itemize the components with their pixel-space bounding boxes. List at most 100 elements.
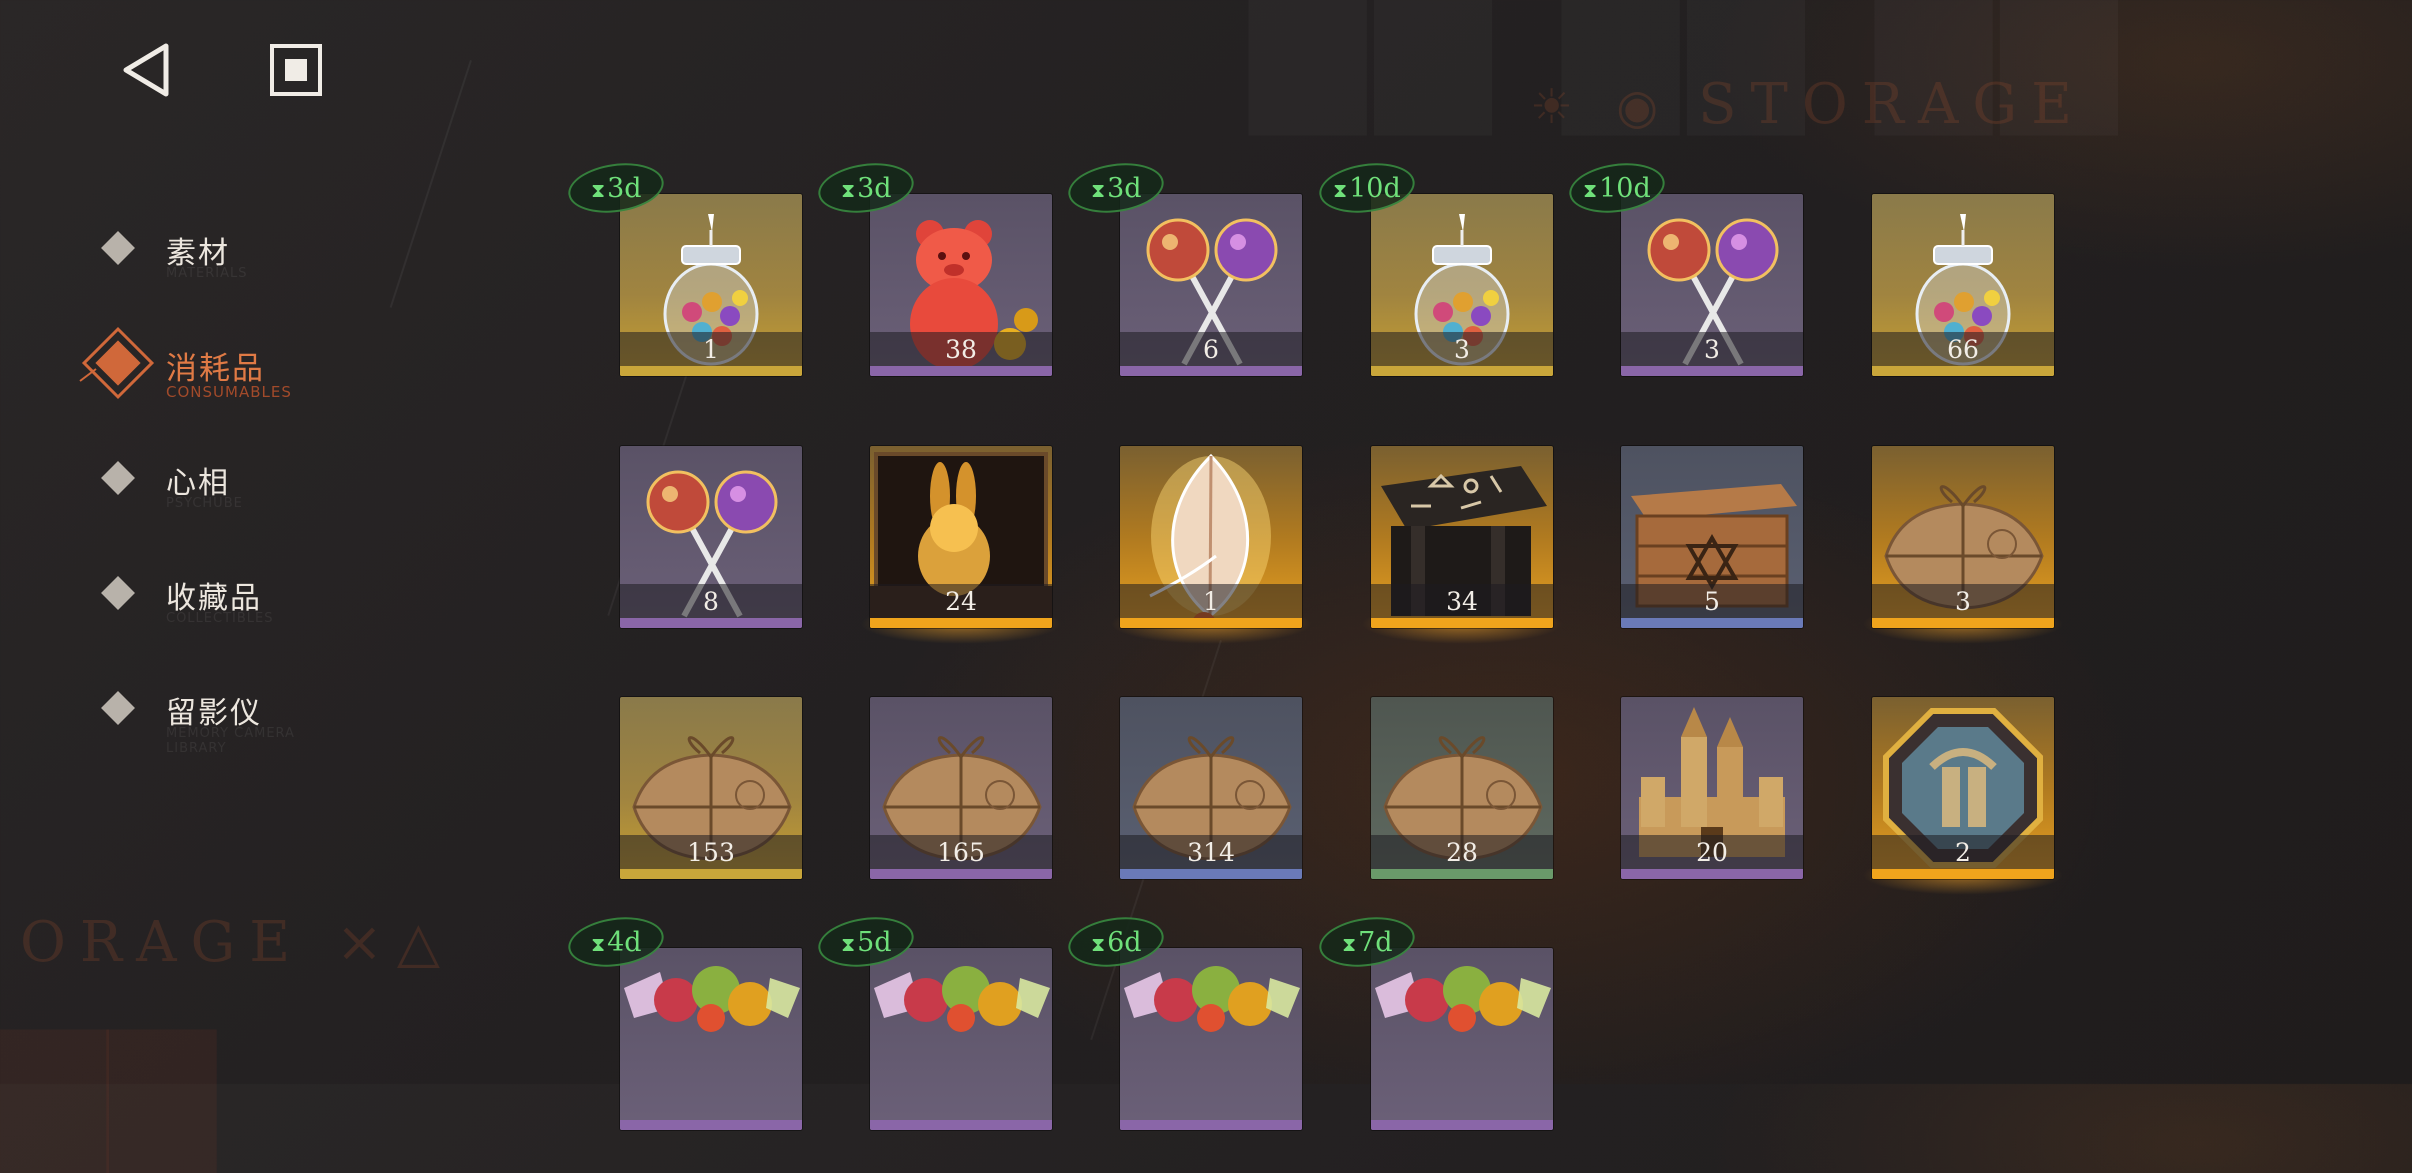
rarity-stripe — [620, 618, 802, 628]
item-card: 5 — [1621, 446, 1803, 628]
rarity-stripe — [620, 366, 802, 376]
watermark-storage-text: STORAGE — [1698, 72, 2087, 137]
item-count: 1 — [1203, 587, 1219, 616]
item-count: 3 — [1454, 335, 1470, 364]
bg-line — [389, 60, 472, 308]
inventory-slot-parcel[interactable]: 28 — [1371, 697, 1553, 879]
item-count: 2 — [1955, 838, 1971, 867]
nav-item-materials[interactable]: 素材 MATERIALS — [100, 222, 360, 282]
rarity-stripe — [1621, 618, 1803, 628]
inventory-slot-lollipops[interactable]: 6 ⧗3d — [1065, 157, 1302, 376]
nav-item-label: 消耗品 — [166, 351, 265, 387]
nav-item-sublabel: CONSUMABLES — [166, 383, 292, 401]
inventory-slot-octagon-medal[interactable]: 2 — [1862, 697, 2064, 895]
inventory-slot-wrapped-candies[interactable]: ⧗7d — [1316, 911, 1553, 1130]
item-card: 38 — [870, 194, 1052, 376]
inventory-slot-parcel[interactable]: 314 — [1120, 697, 1302, 879]
rarity-stripe — [1120, 1120, 1302, 1130]
inventory-slot-candy-jar[interactable]: 1 ⧗3d — [565, 157, 802, 376]
expiry-timer-text: 7d — [1357, 926, 1393, 958]
rarity-stripe — [1371, 618, 1553, 628]
rarity-stripe — [870, 869, 1052, 879]
item-card: 66 — [1872, 194, 2054, 376]
rarity-stripe — [1621, 366, 1803, 376]
rarity-stripe — [1872, 869, 2054, 879]
inventory-slot-wrapped-candies[interactable]: ⧗6d — [1065, 911, 1302, 1130]
back-button[interactable] — [118, 40, 178, 100]
item-card: 34 — [1371, 446, 1553, 628]
item-count: 3 — [1704, 335, 1720, 364]
inventory-slot-lollipops[interactable]: 3 ⧗10d — [1566, 157, 1803, 376]
rarity-stripe — [870, 618, 1052, 628]
wrapped-candies-icon — [624, 966, 800, 1032]
nav-item-consumables[interactable]: 消耗品 CONSUMABLES — [79, 326, 360, 401]
item-card: 20 — [1621, 697, 1803, 879]
hourglass-icon: ⧗ — [1583, 177, 1598, 202]
item-card — [620, 948, 802, 1130]
item-card: 3 — [1621, 194, 1803, 376]
home-square-icon — [270, 44, 322, 96]
item-count: 24 — [945, 587, 977, 616]
watermark-storage: ☀ ◉ STORAGE — [1530, 72, 2086, 137]
back-triangle-icon — [123, 43, 169, 97]
inventory-slot-parcel[interactable]: 165 — [870, 697, 1052, 879]
diamond-icon — [101, 691, 135, 725]
rarity-stripe — [1371, 1120, 1553, 1130]
item-count: 3 — [1955, 587, 1971, 616]
inventory-slot-gummy-bear[interactable]: 38 ⧗3d — [815, 157, 1052, 376]
inventory-slot-rune-table[interactable]: 34 — [1361, 446, 1563, 644]
item-card: 2 — [1872, 697, 2054, 879]
item-count: 165 — [937, 838, 985, 867]
item-count: 1 — [703, 335, 719, 364]
inventory-slot-candy-jar[interactable]: 3 ⧗10d — [1316, 157, 1553, 376]
rarity-stripe — [1872, 618, 2054, 628]
nav-item-collectibles[interactable]: 收藏品 COLLECTIBLES — [100, 567, 360, 627]
item-card: 3 — [1371, 194, 1553, 376]
inventory-slot-parcel[interactable]: 153 — [620, 697, 802, 879]
rarity-stripe — [1371, 366, 1553, 376]
expiry-timer: ⧗4d — [591, 927, 642, 958]
active-diamond-icon — [79, 326, 155, 400]
watermark-graphic: ▇▇ — [0, 1010, 216, 1173]
item-count: 153 — [687, 838, 735, 867]
inventory-slot-wooden-crate[interactable]: 5 — [1621, 446, 1803, 628]
expiry-timer: ⧗3d — [841, 173, 892, 204]
wrapped-candies-icon — [1375, 966, 1551, 1032]
wrapped-candies-icon — [874, 966, 1050, 1032]
home-button[interactable] — [268, 42, 324, 98]
rarity-stripe — [1371, 869, 1553, 879]
inventory-slot-sand-castle[interactable]: 20 — [1621, 697, 1803, 879]
item-count: 66 — [1947, 335, 1979, 364]
expiry-timer-text: 10d — [1349, 172, 1401, 204]
item-count: 8 — [703, 587, 719, 616]
inventory-slot-glowing-feather[interactable]: 1 — [1110, 446, 1312, 644]
sun-glyph-icon: ☀ ◉ — [1530, 79, 1673, 135]
rarity-stripe — [1120, 869, 1302, 879]
item-card: 153 — [620, 697, 802, 879]
inventory-slot-wrapped-candies[interactable]: ⧗5d — [815, 911, 1052, 1130]
rarity-stripe — [620, 1120, 802, 1130]
expiry-timer: ⧗3d — [591, 173, 642, 204]
expiry-timer-text: 3d — [856, 172, 892, 204]
hourglass-icon: ⧗ — [1333, 177, 1348, 202]
item-card — [870, 948, 1052, 1130]
expiry-timer: ⧗3d — [1091, 173, 1142, 204]
inventory-slot-parcel[interactable]: 3 — [1862, 446, 2064, 644]
expiry-timer-text: 5d — [856, 926, 892, 958]
diamond-icon — [101, 576, 135, 610]
inventory-slot-golden-rabbit-box[interactable]: 24 — [860, 446, 1062, 644]
hourglass-icon: ⧗ — [840, 177, 855, 202]
item-count: 6 — [1203, 335, 1219, 364]
item-count: 28 — [1446, 838, 1478, 867]
rarity-stripe — [1621, 869, 1803, 879]
inventory-slot-lollipops[interactable]: 8 — [620, 446, 802, 628]
nav-item-memory-camera[interactable]: 留影仪 MEMORY CAMERA LIBRARY — [100, 682, 360, 756]
item-card: 165 — [870, 697, 1052, 879]
watermark-storage-left: ORAGE ×△ — [20, 910, 454, 975]
nav-item-psychube[interactable]: 心相 PSYCHUBE — [100, 452, 360, 512]
inventory-slot-candy-jar[interactable]: 66 — [1872, 194, 2054, 376]
nav-item-sublabel: COLLECTIBLES — [166, 611, 274, 626]
inventory-slot-wrapped-candies[interactable]: ⧗4d — [565, 911, 802, 1130]
item-card — [1120, 948, 1302, 1130]
expiry-timer: ⧗6d — [1091, 927, 1142, 958]
